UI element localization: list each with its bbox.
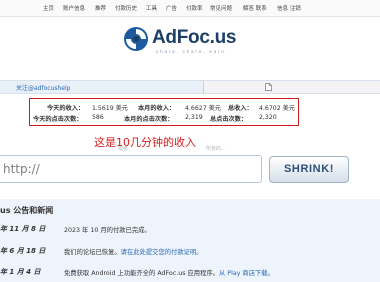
today-income-label: 今天的收入： <box>47 105 85 112</box>
notice-message: 免费获取 Android 上功能齐全的 AdFoc.us 应用程序。 <box>64 270 219 277</box>
notice-date: 年 1 月 4 日 <box>0 268 41 276</box>
notice-text: 我们的论坛已恢复。请在此处提交您的付款证明。 <box>64 247 203 256</box>
notice-date: 年 6 月 18 日 <box>0 247 46 255</box>
top-navigation: 主页 账户信息 推荐 付款历史 工具 广告 付款率 常见问题 解答 联系 信息 … <box>0 0 380 17</box>
nav-logout[interactable]: 信息 注销 <box>277 4 301 12</box>
nav-referrals[interactable]: 推荐 <box>95 4 106 12</box>
today-clicks-value: 586 <box>92 114 104 121</box>
total-clicks-value: 2,320 <box>259 114 277 121</box>
month-clicks-value: 2,319 <box>185 114 203 121</box>
month-clicks-label: 本月的点击次数： <box>124 116 174 123</box>
logo-tagline: share. share. earn. <box>156 50 229 55</box>
nav-contact[interactable]: 解答 联系 <box>243 4 267 12</box>
adfocus-logo[interactable]: AdFoc.us share. share. earn. <box>122 24 236 64</box>
notice-text: 免费获取 Android 上功能齐全的 AdFoc.us 应用程序。从 Play… <box>64 268 274 277</box>
logo-name: AdFoc.us <box>152 27 237 48</box>
twitter-help-link[interactable]: 关注@adfocushelp <box>16 83 70 92</box>
tab-bar: 关注@adfocushelp <box>0 80 380 94</box>
faint-label-right: 所有的… <box>206 146 227 152</box>
url-input[interactable]: http:// <box>0 155 262 183</box>
nav-account[interactable]: 账户信息 <box>63 4 85 12</box>
today-clicks-label: 今天的点击次数： <box>33 116 83 123</box>
month-income-value: 4.6627 美元 <box>185 105 221 112</box>
nav-faq[interactable]: 常见问题 <box>210 4 232 12</box>
notice-text: 2023 年 10 月的付款已完成。 <box>64 225 151 234</box>
payment-proof-link[interactable]: 请在此处提交您的付款证明。 <box>121 249 203 256</box>
nav-payment-history[interactable]: 付款历史 <box>115 4 137 12</box>
notice-message: 2023 年 10 月的付款已完成。 <box>64 227 151 234</box>
month-income-label: 本月的收入： <box>138 105 176 112</box>
nav-tools[interactable]: 工具 <box>146 4 157 12</box>
nav-home[interactable]: 主页 <box>43 4 54 12</box>
income-annotation: 这是10几分钟的收入 <box>94 136 196 149</box>
shrink-button[interactable]: SHRINK! <box>269 156 349 183</box>
announcements-title: us 公告和新闻 <box>0 206 54 215</box>
document-icon <box>265 83 272 91</box>
nav-payout-rates[interactable]: 付款率 <box>186 4 203 12</box>
play-store-link[interactable]: 从 Play 商店下载。 <box>219 270 274 277</box>
total-clicks-label: 总点击次数： <box>210 116 248 123</box>
notice-message: 我们的论坛已恢复。 <box>64 249 121 256</box>
total-income-value: 4.6702 美元 <box>259 105 295 112</box>
announcements-panel: us 公告和新闻 年 11 月 8 日 2023 年 10 月的付款已完成。 年… <box>0 199 380 282</box>
earnings-summary: 今天的收入： 1.5619 美元 本月的收入： 4.6627 美元 总收入： 4… <box>29 98 299 126</box>
document-tab[interactable] <box>203 81 380 93</box>
total-income-label: 总收入： <box>228 105 253 112</box>
notice-date: 年 11 月 8 日 <box>0 225 46 233</box>
nav-ads[interactable]: 广告 <box>166 4 177 12</box>
today-income-value: 1.5619 美元 <box>92 105 128 112</box>
logo-swirl-icon <box>124 27 148 51</box>
